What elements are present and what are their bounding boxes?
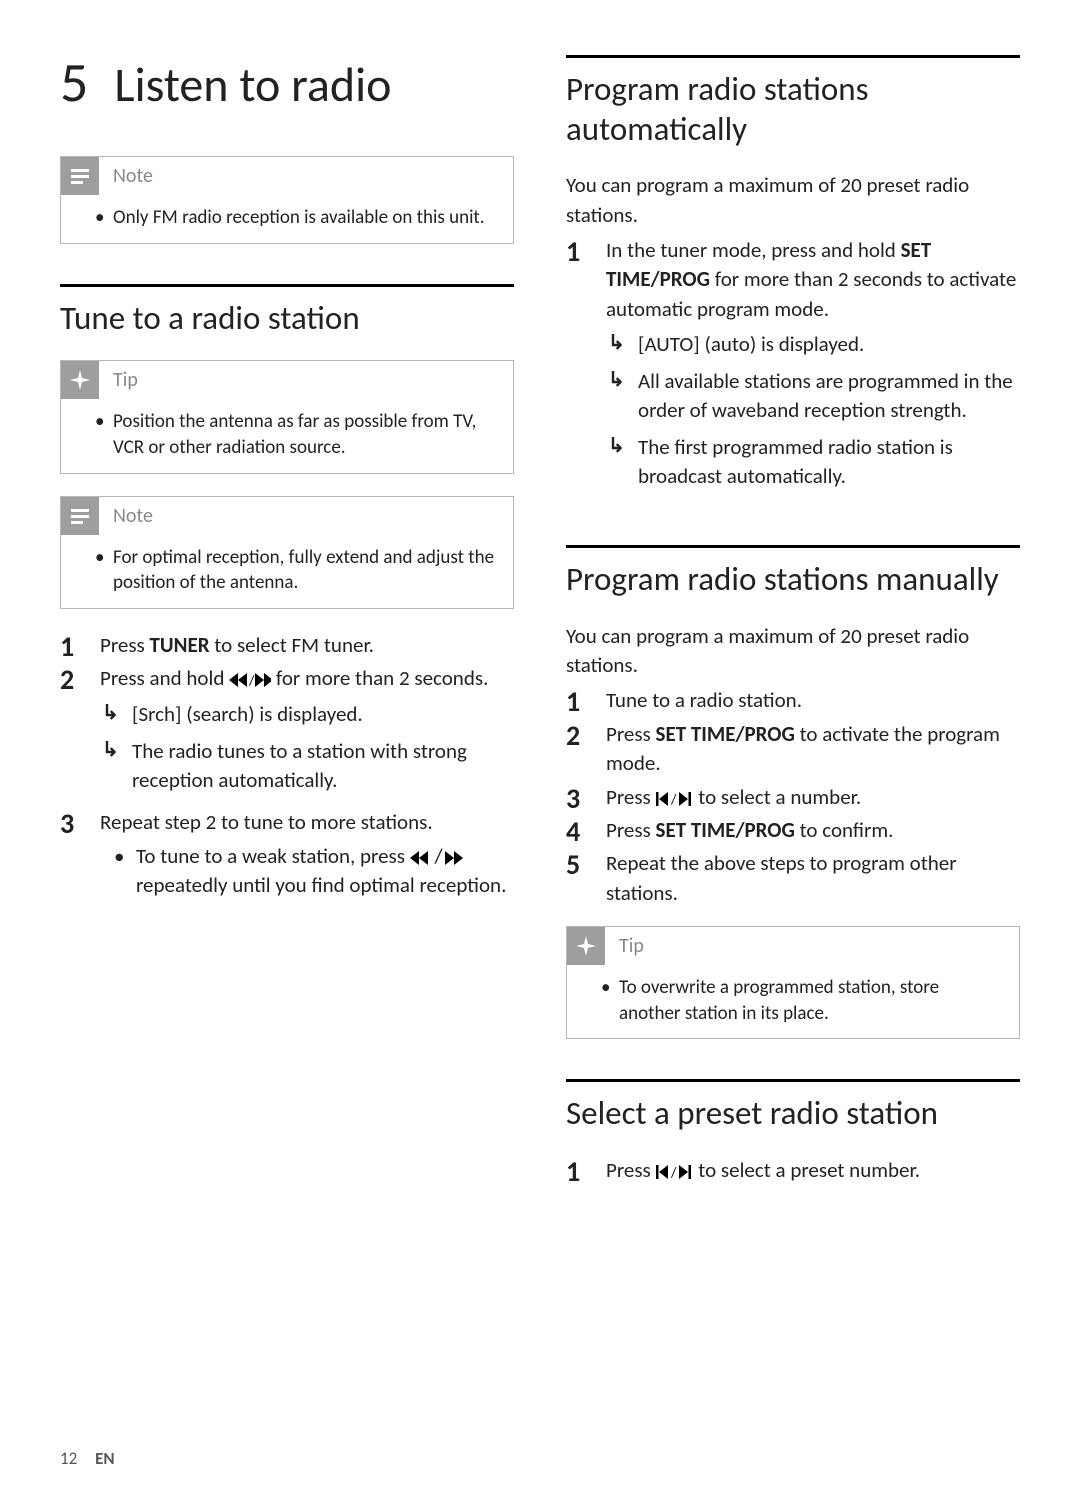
- auto-step-1-result-3: The first programmed radio station is br…: [606, 433, 1020, 499]
- step-1: Press TUNER to select FM tuner.: [60, 631, 514, 664]
- step-2: Press and hold / for more than 2 seconds…: [60, 664, 514, 808]
- manual-step-5: Repeat the above steps to program other …: [566, 849, 1020, 912]
- chapter-number: 5: [60, 55, 88, 111]
- tip-text: Position the antenna as far as possible …: [99, 409, 497, 460]
- svg-text:/: /: [670, 792, 677, 806]
- note-box: Note For optimal reception, fully extend…: [60, 496, 514, 609]
- svg-text:/: /: [248, 673, 255, 687]
- note-text: Only FM radio reception is available on …: [99, 205, 497, 231]
- manual-step-1: Tune to a radio station.: [566, 686, 1020, 719]
- manual-step-2: Press SET TIME/PROG to activate the prog…: [566, 720, 1020, 783]
- step-3-sub: To tune to a weak station, press / repea…: [100, 842, 514, 906]
- auto-step-1: In the tuner mode, press and hold SET TI…: [566, 236, 1020, 505]
- step-3: Repeat step 2 to tune to more stations. …: [60, 808, 514, 909]
- page-footer: 12 EN: [60, 1448, 115, 1469]
- fastforward-icon: [443, 851, 463, 865]
- select-steps: Press / to select a preset number.: [566, 1156, 1020, 1189]
- tip-text: To overwrite a programmed station, store…: [605, 975, 1003, 1026]
- rewind-fastforward-icon: /: [229, 673, 271, 687]
- section-title-manual: Program radio stations manually: [566, 560, 1020, 600]
- auto-step-1-result-2: All available stations are programmed in…: [606, 367, 1020, 433]
- chapter-title: Listen to radio: [114, 61, 391, 109]
- step-2-result-2: The radio tunes to a station with strong…: [100, 737, 514, 803]
- chapter-heading: 5 Listen to radio: [60, 55, 514, 111]
- step-2-result-1: [Srch] (search) is displayed.: [100, 700, 514, 737]
- section-rule: [566, 55, 1020, 58]
- skip-prev-next-icon: /: [656, 792, 694, 806]
- note-icon: [61, 497, 99, 535]
- auto-step-1-result-1: [AUTO] (auto) is displayed.: [606, 330, 1020, 367]
- section-title-auto: Program radio stations automatically: [566, 70, 1020, 149]
- section-rule: [566, 1079, 1020, 1082]
- manual-intro: You can program a maximum of 20 preset r…: [566, 622, 1020, 681]
- page-lang: EN: [95, 1448, 115, 1469]
- select-step-1: Press / to select a preset number.: [566, 1156, 1020, 1189]
- tip-icon: [61, 361, 99, 399]
- rewind-icon: [410, 851, 430, 865]
- manual-step-4: Press SET TIME/PROG to confirm.: [566, 816, 1020, 849]
- tip-label: Tip: [619, 934, 644, 958]
- tip-label: Tip: [113, 368, 138, 392]
- svg-text:/: /: [670, 1165, 677, 1179]
- note-box: Note Only FM radio reception is availabl…: [60, 156, 514, 244]
- note-icon: [61, 157, 99, 195]
- note-text: For optimal reception, fully extend and …: [99, 545, 497, 596]
- section-title-tune: Tune to a radio station: [60, 299, 514, 339]
- section-rule: [60, 284, 514, 287]
- auto-intro: You can program a maximum of 20 preset r…: [566, 171, 1020, 230]
- section-title-select: Select a preset radio station: [566, 1094, 1020, 1134]
- skip-prev-next-icon: /: [656, 1165, 694, 1179]
- note-label: Note: [113, 504, 153, 528]
- tip-box: Tip To overwrite a programmed station, s…: [566, 926, 1020, 1039]
- note-label: Note: [113, 164, 153, 188]
- page-number: 12: [60, 1448, 77, 1469]
- auto-steps: In the tuner mode, press and hold SET TI…: [566, 236, 1020, 505]
- tip-box: Tip Position the antenna as far as possi…: [60, 360, 514, 473]
- manual-step-3: Press / to select a number.: [566, 783, 1020, 816]
- tip-icon: [567, 927, 605, 965]
- section-rule: [566, 545, 1020, 548]
- manual-steps: Tune to a radio station. Press SET TIME/…: [566, 686, 1020, 912]
- tune-steps: Press TUNER to select FM tuner. Press an…: [60, 631, 514, 910]
